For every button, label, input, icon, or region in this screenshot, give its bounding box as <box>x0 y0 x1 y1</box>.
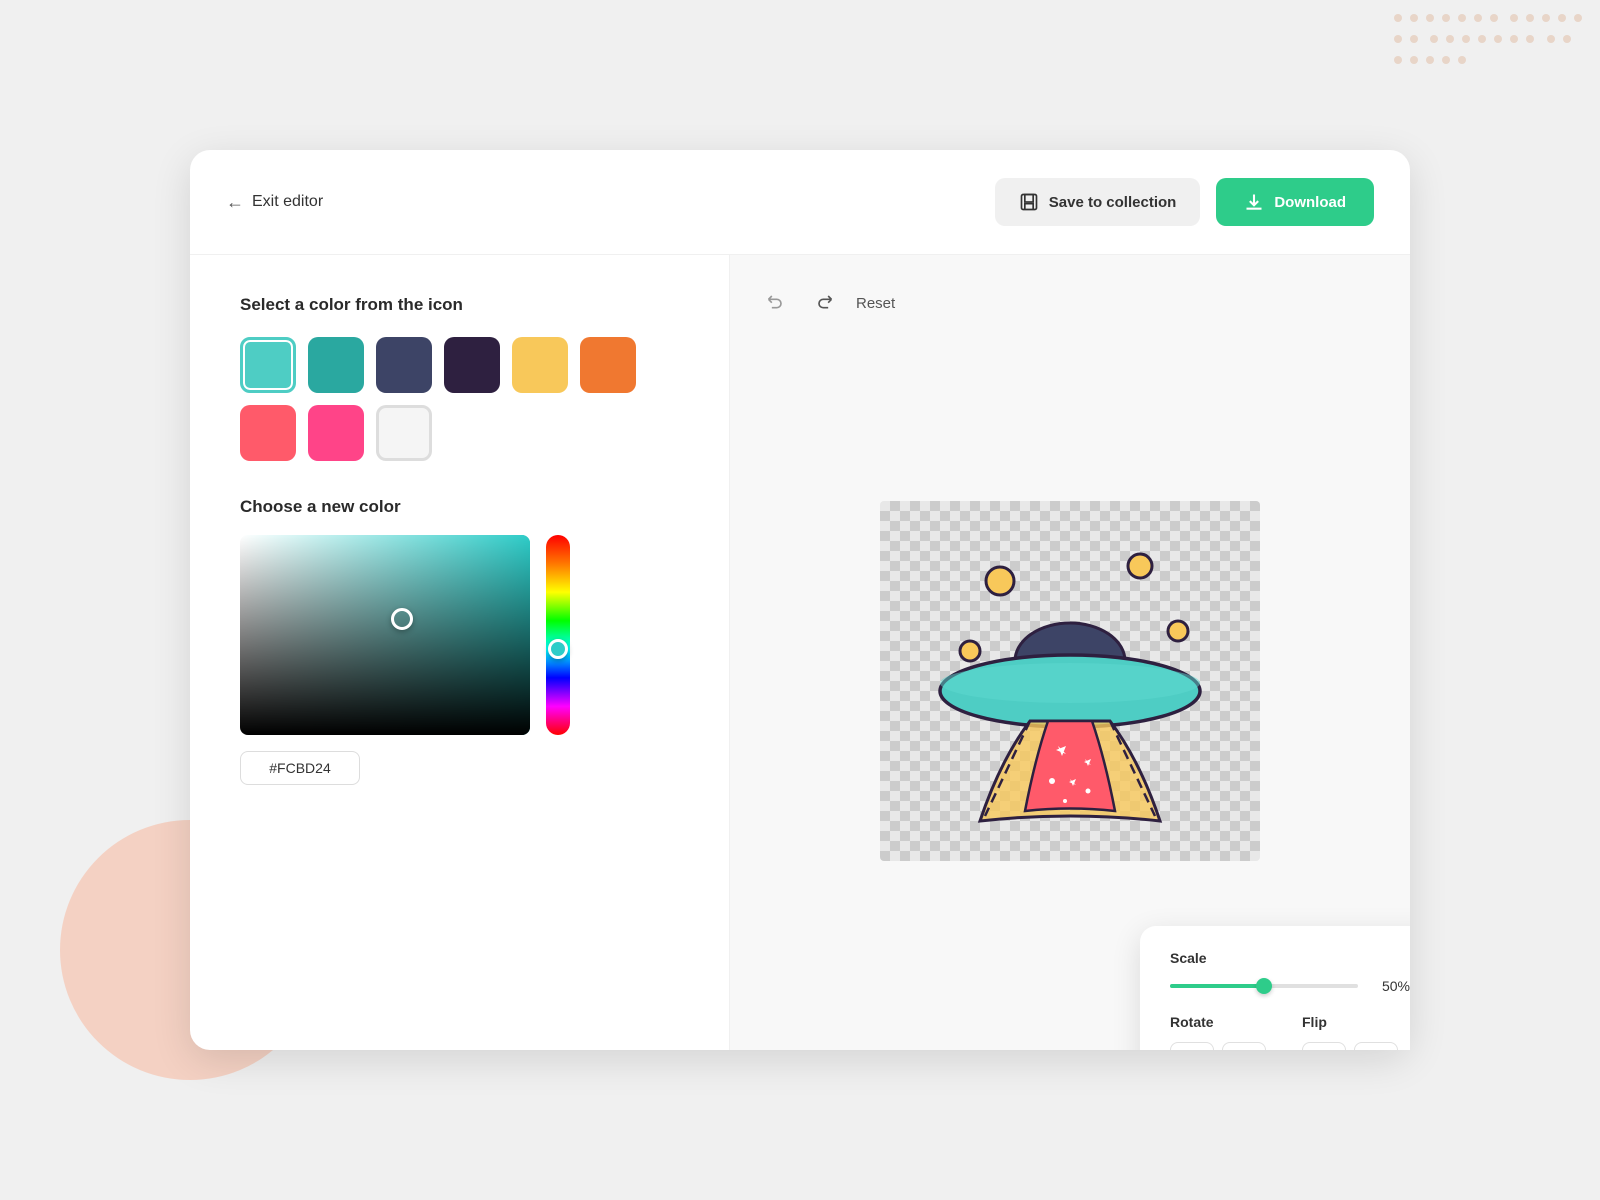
color-gradient[interactable] <box>240 535 530 735</box>
header-actions: Save to collection Download <box>995 178 1374 226</box>
exit-editor-label: Exit editor <box>252 193 323 211</box>
color-picker-area <box>240 535 679 735</box>
ufo-illustration <box>900 521 1240 841</box>
arrow-left-icon: ← <box>226 192 244 213</box>
swatch-yellow[interactable] <box>512 337 568 393</box>
undo-icon <box>766 291 786 311</box>
flip-buttons <box>1302 1042 1410 1050</box>
choose-color-title: Choose a new color <box>240 497 679 517</box>
save-icon <box>1019 192 1039 212</box>
scale-slider-track[interactable] <box>1170 984 1358 988</box>
flip-vertical-button[interactable] <box>1354 1042 1398 1050</box>
swatch-white[interactable] <box>376 405 432 461</box>
scale-label: Scale <box>1170 950 1410 966</box>
swatch-dark-purple[interactable] <box>444 337 500 393</box>
swatch-red-light[interactable] <box>240 405 296 461</box>
undo-button[interactable] <box>760 285 792 322</box>
right-panel: Reset <box>730 255 1410 1050</box>
hue-thumb[interactable] <box>548 639 568 659</box>
swatch-teal[interactable] <box>308 337 364 393</box>
rotate-label: Rotate <box>1170 1014 1278 1030</box>
scale-value: 50% <box>1370 978 1410 994</box>
download-icon <box>1244 192 1264 212</box>
left-panel: Select a color from the icon Choose a ne… <box>190 255 730 1050</box>
save-collection-label: Save to collection <box>1049 194 1177 211</box>
exit-editor-button[interactable]: ← Exit editor <box>226 192 323 213</box>
swatch-pink[interactable] <box>308 405 364 461</box>
scale-slider-thumb[interactable] <box>1256 978 1272 994</box>
editor-panel: ← Exit editor Save to collection Downloa… <box>190 150 1410 1050</box>
hex-input-container <box>240 751 679 785</box>
rotate-group: Rotate <box>1170 1014 1278 1050</box>
canvas-area <box>760 342 1380 1020</box>
hex-input[interactable] <box>240 751 360 785</box>
download-label: Download <box>1274 194 1346 211</box>
dots-decoration <box>1390 10 1590 170</box>
save-collection-button[interactable]: Save to collection <box>995 178 1201 226</box>
download-button[interactable]: Download <box>1216 178 1374 226</box>
gradient-thumb[interactable] <box>391 608 413 630</box>
rotate-buttons <box>1170 1042 1278 1050</box>
editor-header: ← Exit editor Save to collection Downloa… <box>190 150 1410 255</box>
reset-button[interactable]: Reset <box>856 295 895 312</box>
hue-slider[interactable] <box>546 535 570 735</box>
rotate-ccw-button[interactable] <box>1222 1042 1266 1050</box>
color-swatches <box>240 337 679 461</box>
redo-button[interactable] <box>808 285 840 322</box>
editor-body: Select a color from the icon Choose a ne… <box>190 255 1410 1050</box>
canvas-frame <box>880 501 1260 861</box>
rotate-flip-row: Rotate <box>1170 1014 1410 1050</box>
swatch-navy[interactable] <box>376 337 432 393</box>
transform-panel: Scale 50% Rotate <box>1140 926 1410 1050</box>
flip-label: Flip <box>1302 1014 1410 1030</box>
flip-horizontal-button[interactable] <box>1302 1042 1346 1050</box>
redo-icon <box>814 291 834 311</box>
swatch-teal-light[interactable] <box>240 337 296 393</box>
gradient-picker-inner <box>240 535 530 735</box>
flip-group: Flip <box>1302 1014 1410 1050</box>
color-section-title: Select a color from the icon <box>240 295 679 315</box>
canvas-toolbar: Reset <box>760 285 1380 322</box>
scale-slider-fill <box>1170 984 1264 988</box>
scale-row: 50% <box>1170 978 1410 994</box>
rotate-cw-button[interactable] <box>1170 1042 1214 1050</box>
swatch-orange[interactable] <box>580 337 636 393</box>
